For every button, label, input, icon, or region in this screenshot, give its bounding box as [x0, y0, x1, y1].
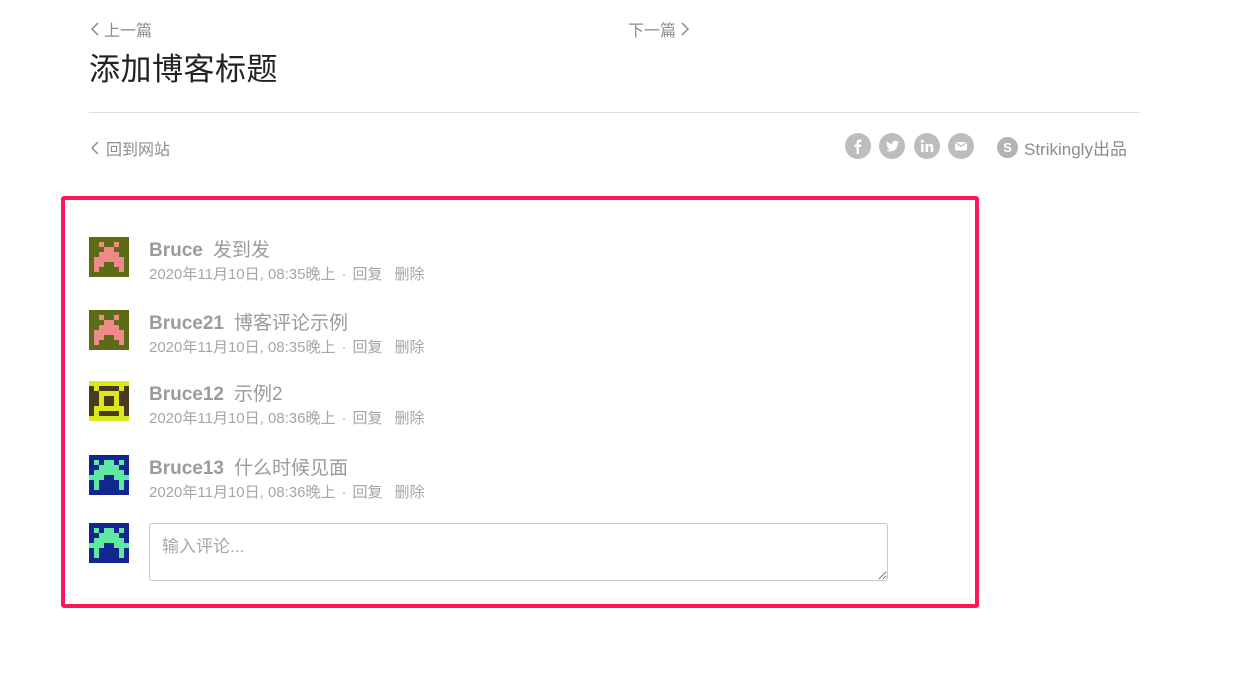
- comment-timestamp: 2020年11月10日, 08:35晚上: [149, 339, 336, 356]
- divider: [89, 112, 1140, 113]
- comment-item: Bruce13 什么时候见面 2020年11月10日, 08:36晚上 · 回复 删除: [89, 455, 889, 515]
- comment-author: Bruce21: [149, 313, 224, 334]
- prev-post-link[interactable]: 上一篇: [90, 17, 152, 41]
- reply-button[interactable]: 回复: [353, 266, 383, 283]
- comment-author: Bruce12: [149, 384, 224, 405]
- comment-item: Bruce21 博客评论示例 2020年11月10日, 08:35晚上 · 回复 删除: [89, 310, 889, 370]
- comment-timestamp: 2020年11月10日, 08:36晚上: [149, 410, 336, 427]
- navy-green-pixel-avatar: [89, 523, 129, 563]
- reply-button[interactable]: 回复: [353, 484, 383, 501]
- comment-author: Bruce13: [149, 458, 224, 479]
- chevron-right-icon: [681, 22, 690, 36]
- chevron-left-icon: [90, 22, 99, 36]
- meta-separator: ·: [341, 484, 347, 501]
- reply-button[interactable]: 回复: [353, 410, 383, 427]
- comment-text: 什么时候见面: [234, 458, 349, 479]
- chevron-left-icon: [90, 141, 99, 155]
- brown-yellow-pixel-avatar: [89, 381, 129, 421]
- comment-item: Bruce 发到发 2020年11月10日, 08:35晚上 · 回复 删除: [89, 237, 889, 297]
- delete-button[interactable]: 删除: [395, 410, 425, 427]
- navy-green-pixel-avatar: [89, 455, 129, 495]
- next-post-link[interactable]: 下一篇: [628, 17, 690, 41]
- linkedin-icon: [920, 139, 934, 152]
- brand-label: Strikingly出品: [1024, 140, 1127, 159]
- comment-text: 博客评论示例: [234, 313, 349, 334]
- olive-pink-pixel-avatar: [89, 310, 129, 350]
- comment-input[interactable]: [149, 523, 888, 581]
- prev-post-label: 上一篇: [104, 23, 153, 40]
- delete-button[interactable]: 删除: [395, 266, 425, 283]
- share-email-button[interactable]: [948, 133, 974, 159]
- reply-button[interactable]: 回复: [353, 339, 383, 356]
- comment-item: Bruce12 示例2 2020年11月10日, 08:36晚上 · 回复 删除: [89, 381, 889, 441]
- olive-pink-pixel-avatar: [89, 237, 129, 277]
- strikingly-logo-icon: S: [997, 137, 1018, 158]
- share-facebook-button[interactable]: [845, 133, 871, 159]
- share-linkedin-button[interactable]: [914, 133, 940, 159]
- twitter-icon: [886, 140, 899, 152]
- comment-text: 发到发: [212, 240, 270, 261]
- comment-text: 示例2: [234, 384, 283, 405]
- back-to-site-link[interactable]: 回到网站: [90, 136, 170, 160]
- back-to-site-label: 回到网站: [106, 142, 171, 159]
- delete-button[interactable]: 删除: [395, 484, 425, 501]
- next-post-label: 下一篇: [628, 23, 677, 40]
- facebook-icon: [854, 139, 862, 154]
- delete-button[interactable]: 删除: [395, 339, 425, 356]
- comment-author: Bruce: [149, 240, 203, 261]
- email-icon: [955, 142, 967, 151]
- comment-timestamp: 2020年11月10日, 08:36晚上: [149, 484, 336, 501]
- post-title: 添加博客标题: [89, 52, 278, 87]
- strikingly-brand-link[interactable]: S Strikingly出品: [997, 135, 1127, 160]
- meta-separator: ·: [341, 339, 347, 356]
- meta-separator: ·: [341, 266, 347, 283]
- share-twitter-button[interactable]: [879, 133, 905, 159]
- comment-timestamp: 2020年11月10日, 08:35晚上: [149, 266, 336, 283]
- meta-separator: ·: [341, 410, 347, 427]
